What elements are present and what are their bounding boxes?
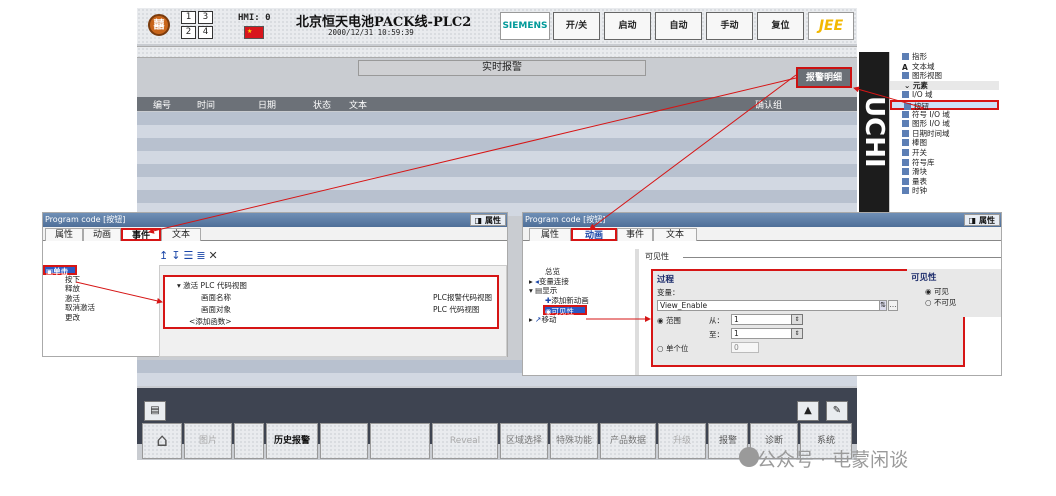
arrow-detail-to-events bbox=[148, 77, 797, 234]
arrow-button-to-detail bbox=[853, 86, 925, 109]
arrow-click-to-function bbox=[75, 281, 163, 304]
arrow-detail-to-animation bbox=[589, 74, 797, 230]
watermark: 公众号 · 屯蒙闲谈 bbox=[757, 449, 909, 471]
annotation-arrows bbox=[75, 74, 925, 322]
wechat-icon bbox=[739, 447, 759, 467]
